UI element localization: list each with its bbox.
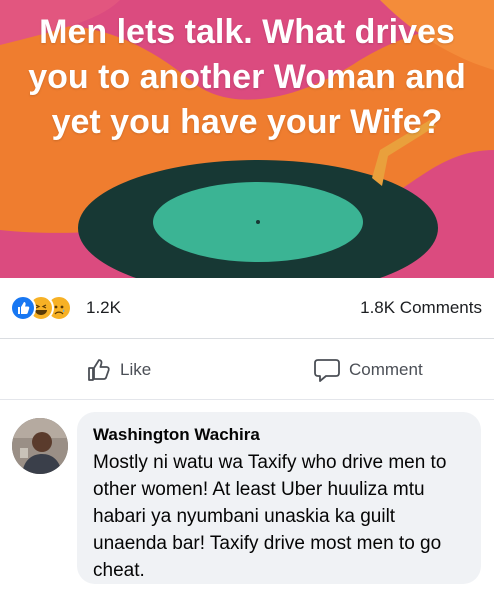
comment-label: Comment: [349, 360, 423, 379]
avatar[interactable]: [12, 418, 68, 474]
reaction-icons[interactable]: [10, 295, 80, 321]
post-text: Men lets talk. What drives you to anothe…: [28, 13, 466, 141]
comment-icon: [314, 359, 340, 382]
comments-count[interactable]: 1.8K Comments: [360, 298, 482, 318]
like-button[interactable]: Like: [86, 356, 151, 384]
actions-bar: Like Comment: [0, 339, 494, 400]
thumbs-up-icon: [88, 359, 110, 381]
commenter-name[interactable]: Washington Wachira: [93, 424, 467, 446]
comment-button[interactable]: Comment: [313, 356, 423, 384]
reaction-count[interactable]: 1.2K: [86, 298, 121, 318]
comment-bubble: Washington Wachira Mostly ni watu wa Tax…: [77, 412, 481, 584]
post-background: Men lets talk. What drives you to anothe…: [0, 0, 494, 278]
comment: Washington Wachira Mostly ni watu wa Tax…: [0, 400, 494, 590]
comment-text: Mostly ni watu wa Taxify who drive men t…: [93, 452, 447, 581]
like-icon: [10, 295, 36, 321]
like-label: Like: [120, 360, 152, 379]
reactions-bar: 1.2K 1.8K Comments: [0, 278, 494, 339]
